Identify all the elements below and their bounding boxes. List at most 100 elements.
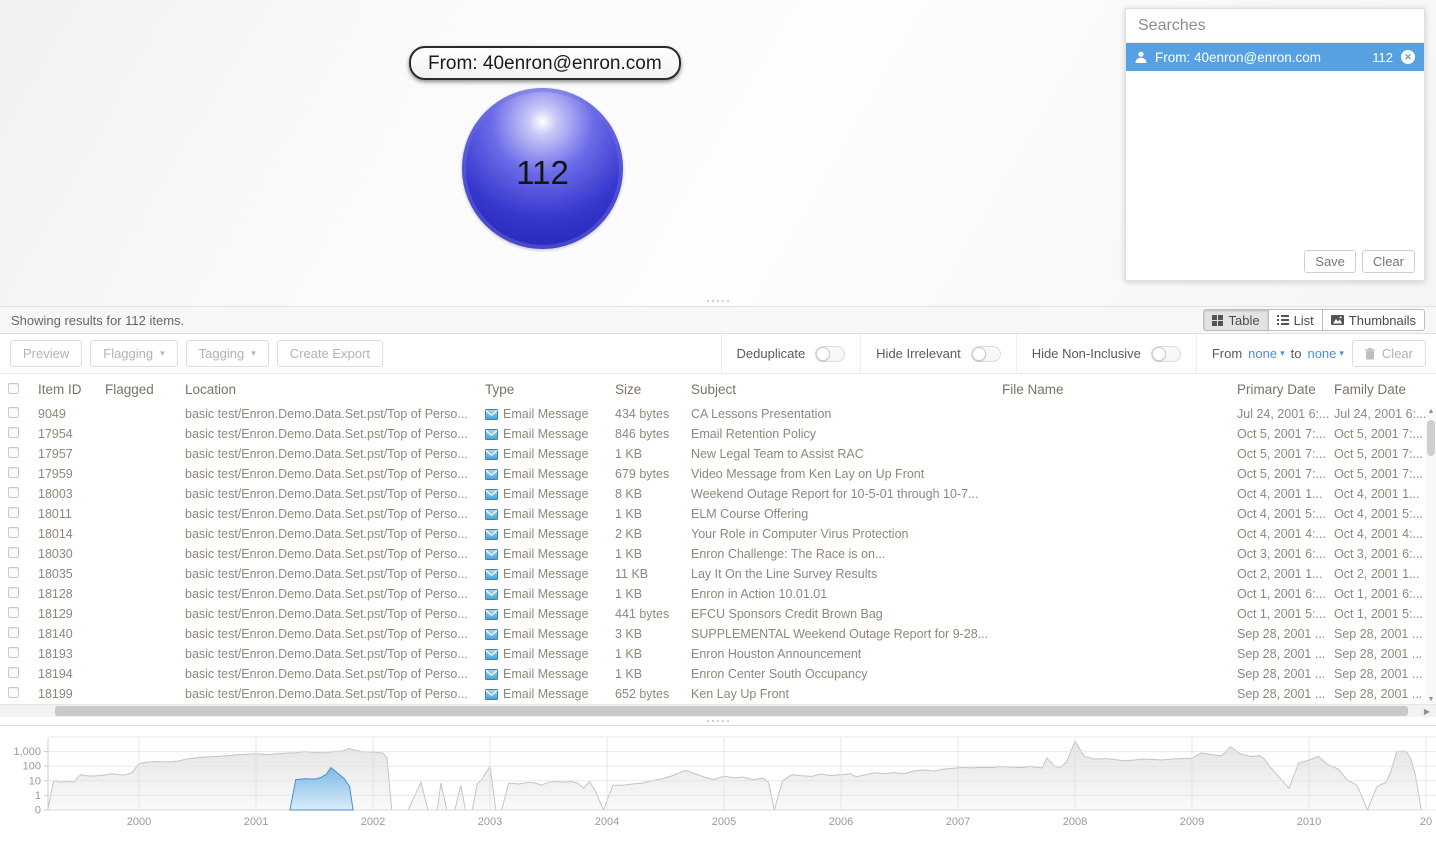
row-checkbox[interactable] — [8, 687, 19, 698]
table-row[interactable]: 18193 basic test/Enron.Demo.Data.Set.pst… — [0, 644, 1436, 664]
row-checkbox[interactable] — [8, 407, 19, 418]
table-row[interactable]: 18011 basic test/Enron.Demo.Data.Set.pst… — [0, 504, 1436, 524]
table-row[interactable]: 18140 basic test/Enron.Demo.Data.Set.pst… — [0, 624, 1436, 644]
scroll-up-arrow-icon[interactable]: ▲ — [1426, 408, 1436, 415]
cell-item-id: 18129 — [38, 607, 105, 621]
deduplicate-label: Deduplicate — [737, 346, 806, 361]
column-header-file-name[interactable]: File Name — [1002, 382, 1237, 397]
row-checkbox[interactable] — [8, 447, 19, 458]
deduplicate-toggle[interactable] — [815, 346, 845, 362]
cell-subject: Enron in Action 10.01.01 — [691, 587, 1002, 601]
table-row[interactable]: 18129 basic test/Enron.Demo.Data.Set.pst… — [0, 604, 1436, 624]
table-row[interactable]: 18194 basic test/Enron.Demo.Data.Set.pst… — [0, 664, 1436, 684]
column-header-family-date[interactable]: Family Date — [1334, 382, 1436, 397]
chevron-down-icon: ▾ — [251, 349, 256, 358]
cell-type: Email Message — [485, 687, 615, 701]
vertical-scrollbar[interactable]: ▲ ▼ — [1426, 408, 1436, 703]
column-header-size[interactable]: Size — [615, 382, 691, 397]
cell-size: 679 bytes — [615, 467, 691, 481]
table-row[interactable]: 17954 basic test/Enron.Demo.Data.Set.pst… — [0, 424, 1436, 444]
range-from-dropdown[interactable]: none▾ — [1248, 346, 1284, 361]
cell-primary-date: Sep 28, 2001 ... — [1237, 667, 1334, 681]
table-row[interactable]: 17957 basic test/Enron.Demo.Data.Set.pst… — [0, 444, 1436, 464]
column-header-subject[interactable]: Subject — [691, 382, 1002, 397]
cell-subject: SUPPLEMENTAL Weekend Outage Report for 9… — [691, 627, 1002, 641]
cell-item-id: 18194 — [38, 667, 105, 681]
table-row[interactable]: 18014 basic test/Enron.Demo.Data.Set.pst… — [0, 524, 1436, 544]
select-all-checkbox[interactable] — [8, 383, 19, 394]
tagging-dropdown[interactable]: Tagging▾ — [186, 340, 269, 367]
timeline-chart[interactable]: 01101001,0002000200120022003200420052006… — [0, 725, 1436, 838]
row-checkbox[interactable] — [8, 427, 19, 438]
row-checkbox[interactable] — [8, 627, 19, 638]
thumbnails-view-button[interactable]: Thumbnails — [1322, 309, 1425, 331]
column-header-location[interactable]: Location — [185, 382, 485, 397]
cluster-view: From: 40enron@enron.com 112 Searches Fro… — [0, 0, 1436, 307]
clear-button[interactable]: Clear — [1362, 250, 1415, 273]
hide-irrelevant-label: Hide Irrelevant — [876, 346, 961, 361]
range-clear-button[interactable]: Clear — [1352, 340, 1426, 367]
splitter-handle[interactable] — [707, 720, 729, 722]
cell-size: 3 KB — [615, 627, 691, 641]
table-row[interactable]: 18030 basic test/Enron.Demo.Data.Set.pst… — [0, 544, 1436, 564]
list-view-button[interactable]: List — [1268, 309, 1323, 331]
table-row[interactable]: 18128 basic test/Enron.Demo.Data.Set.pst… — [0, 584, 1436, 604]
email-icon — [485, 689, 498, 700]
row-checkbox[interactable] — [8, 647, 19, 658]
save-button[interactable]: Save — [1304, 250, 1356, 273]
cell-size: 8 KB — [615, 487, 691, 501]
trash-icon — [1365, 348, 1375, 360]
splitter-handle[interactable] — [707, 300, 729, 302]
row-checkbox[interactable] — [8, 547, 19, 558]
vertical-scrollbar-thumb[interactable] — [1427, 420, 1435, 456]
row-checkbox[interactable] — [8, 467, 19, 478]
horizontal-scrollbar[interactable]: ▶ — [0, 704, 1436, 717]
table-view-button[interactable]: Table — [1203, 309, 1268, 331]
cell-primary-date: Oct 5, 2001 7:... — [1237, 447, 1334, 461]
row-checkbox[interactable] — [8, 587, 19, 598]
table-row[interactable]: 18035 basic test/Enron.Demo.Data.Set.pst… — [0, 564, 1436, 584]
table-row[interactable]: 18199 basic test/Enron.Demo.Data.Set.pst… — [0, 684, 1436, 704]
scroll-down-arrow-icon[interactable]: ▼ — [1426, 696, 1436, 703]
hide-irrelevant-toggle[interactable] — [971, 346, 1001, 362]
flagging-dropdown[interactable]: Flagging▾ — [90, 340, 177, 367]
cell-family-date: Sep 28, 2001 ... — [1334, 687, 1436, 701]
cell-type: Email Message — [485, 647, 615, 661]
table-row[interactable]: 9049 basic test/Enron.Demo.Data.Set.pst/… — [0, 404, 1436, 424]
cell-type: Email Message — [485, 607, 615, 621]
cluster-bubble[interactable]: 112 — [462, 88, 623, 249]
svg-text:20: 20 — [1420, 816, 1432, 828]
list-icon — [1277, 315, 1289, 325]
column-header-primary-date[interactable]: Primary Date — [1237, 382, 1334, 397]
row-checkbox[interactable] — [8, 667, 19, 678]
row-checkbox[interactable] — [8, 527, 19, 538]
cell-subject: Enron Houston Announcement — [691, 647, 1002, 661]
row-checkbox[interactable] — [8, 567, 19, 578]
row-checkbox[interactable] — [8, 607, 19, 618]
range-to-dropdown[interactable]: none▾ — [1307, 346, 1343, 361]
table-row[interactable]: 18003 basic test/Enron.Demo.Data.Set.pst… — [0, 484, 1436, 504]
row-checkbox[interactable] — [8, 507, 19, 518]
hide-non-inclusive-toggle[interactable] — [1151, 346, 1181, 362]
results-bar: Showing results for 112 items. Table Lis… — [0, 307, 1436, 334]
horizontal-scrollbar-thumb[interactable] — [55, 706, 1408, 716]
preview-button[interactable]: Preview — [10, 340, 82, 367]
cell-location: basic test/Enron.Demo.Data.Set.pst/Top o… — [185, 567, 485, 581]
search-item[interactable]: From: 40enron@enron.com 112 ✕ — [1126, 43, 1424, 71]
cell-item-id: 18193 — [38, 647, 105, 661]
cell-primary-date: Oct 1, 2001 6:... — [1237, 587, 1334, 601]
cell-type: Email Message — [485, 527, 615, 541]
table-row[interactable]: 17959 basic test/Enron.Demo.Data.Set.pst… — [0, 464, 1436, 484]
close-circle-icon[interactable]: ✕ — [1401, 50, 1415, 64]
column-header-flagged[interactable]: Flagged — [105, 382, 185, 397]
cell-primary-date: Sep 28, 2001 ... — [1237, 647, 1334, 661]
cell-item-id: 18128 — [38, 587, 105, 601]
cell-family-date: Sep 28, 2001 ... — [1334, 667, 1436, 681]
cell-family-date: Oct 5, 2001 7:... — [1334, 427, 1436, 441]
row-checkbox[interactable] — [8, 487, 19, 498]
cell-type: Email Message — [485, 467, 615, 481]
column-header-item-id[interactable]: Item ID — [38, 382, 105, 397]
create-export-button[interactable]: Create Export — [277, 340, 383, 367]
column-header-type[interactable]: Type — [485, 382, 615, 397]
thumbnails-icon — [1331, 315, 1344, 325]
